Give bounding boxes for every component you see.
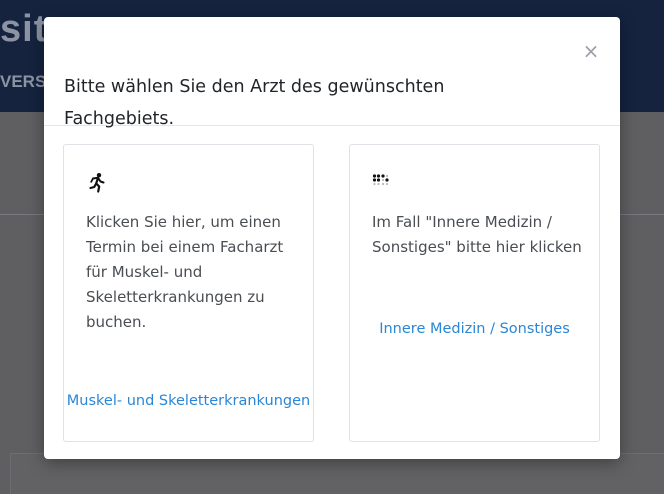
background-logo-subtitle: VERS bbox=[0, 72, 47, 91]
card-musculoskeletal[interactable]: Klicken Sie hier, um einen Termin bei ei… bbox=[63, 144, 314, 442]
internal-medicine-link[interactable]: Innere Medizin / Sonstiges bbox=[350, 315, 599, 344]
modal-title: Bitte wählen Sie den Arzt des gewünschte… bbox=[64, 77, 445, 130]
running-person-icon bbox=[86, 172, 108, 194]
background-content-box bbox=[10, 453, 664, 494]
modal-header: Bitte wählen Sie den Arzt des gewünschte… bbox=[44, 17, 620, 129]
specialty-selection-modal: Bitte wählen Sie den Arzt des gewünschte… bbox=[44, 17, 620, 459]
card-internal-medicine[interactable]: Im Fall "Innere Medizin / Sonstiges" bit… bbox=[349, 144, 600, 442]
close-button[interactable]: × bbox=[582, 41, 600, 61]
braille-dots-icon bbox=[372, 172, 394, 194]
card-description: Klicken Sie hier, um einen Termin bei ei… bbox=[86, 213, 284, 331]
card-description: Im Fall "Innere Medizin / Sonstiges" bit… bbox=[372, 213, 582, 256]
musculoskeletal-link[interactable]: Muskel- und Skeletterkrankungen bbox=[64, 387, 313, 416]
background-logo: sit bbox=[0, 8, 48, 50]
